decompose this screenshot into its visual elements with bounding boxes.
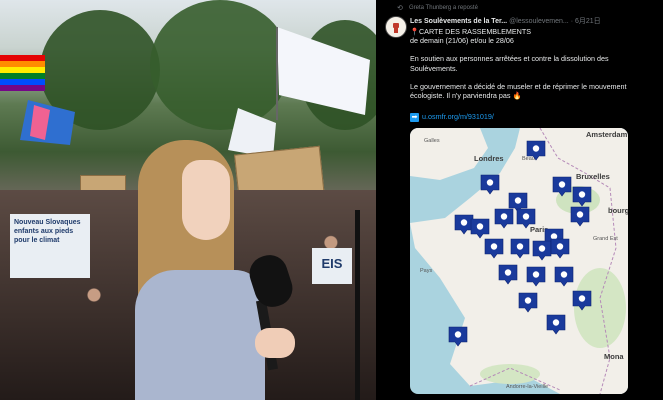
- hand: [255, 328, 295, 358]
- map-pin-icon[interactable]: [553, 265, 575, 287]
- protest-photo: Nouveau Slovaques enfants aux pieds pour…: [0, 0, 376, 400]
- protest-sign-right: EIS: [312, 248, 352, 284]
- protest-sign-left: Nouveau Slovaques enfants aux pieds pour…: [10, 214, 90, 278]
- map-land: [410, 128, 628, 394]
- map-pin-icon[interactable]: [517, 291, 539, 313]
- tweet-header: Les Soulèvements de la Ter... @lessoulev…: [410, 16, 660, 26]
- tweet-body: 📍CARTE DES RASSEMBLEMENTS de demain (21/…: [410, 27, 658, 100]
- map-pin-icon[interactable]: [483, 237, 505, 259]
- map-label-grand-est: Grand Est: [593, 236, 618, 242]
- tweet-paragraph-2: En soutien aux personnes arrêtées et con…: [410, 54, 609, 73]
- tweet-date[interactable]: · 6月21日: [571, 18, 601, 25]
- map-pin-icon[interactable]: [447, 325, 469, 347]
- arrow-right-icon: ➡: [410, 112, 419, 122]
- author-handle[interactable]: @lessoulevemen...: [509, 18, 569, 25]
- tweet-line2: de demain (21/06) et/ou le 28/06: [410, 36, 514, 46]
- map-label-monaco: Mona: [604, 352, 624, 361]
- map-pin-icon[interactable]: [515, 207, 537, 229]
- map-pin-icon[interactable]: [551, 175, 573, 197]
- girl-body: [135, 270, 265, 400]
- mic-stand: [355, 210, 360, 400]
- red-pin-icon: 📍: [410, 27, 419, 36]
- fire-icon: 🔥: [512, 91, 522, 101]
- map-pin-icon[interactable]: [549, 237, 571, 259]
- map-pin-icon[interactable]: [469, 217, 491, 239]
- map-pin-icon[interactable]: [509, 237, 531, 259]
- tweet-link[interactable]: ➡ u.osmfr.org/m/931019/: [410, 112, 494, 122]
- map-label-pays: Pays: [420, 268, 433, 274]
- map-pin-icon[interactable]: [571, 185, 593, 207]
- white-flag: [276, 27, 370, 120]
- map-pin-icon[interactable]: [479, 173, 501, 195]
- tweet-panel[interactable]: ⟲ Greta Thunberg a reposté Les Soulèveme…: [379, 0, 663, 400]
- map-pin-icon[interactable]: [569, 205, 591, 227]
- map-pin-icon[interactable]: [493, 207, 515, 229]
- map-card[interactable]: Amsterdam Londres Bruxelles Paris bourg …: [410, 128, 628, 394]
- map-label-londres: Londres: [474, 154, 504, 163]
- map-pin-icon[interactable]: [497, 263, 519, 285]
- map-label-galles: Galles: [424, 138, 440, 144]
- map-pin-icon[interactable]: [571, 289, 593, 311]
- map-label-amsterdam: Amsterdam: [586, 130, 628, 139]
- blue-flag: [20, 100, 75, 145]
- map-pin-icon[interactable]: [525, 139, 547, 161]
- girl-face: [182, 160, 230, 240]
- author-name[interactable]: Les Soulèvements de la Ter...: [410, 18, 507, 25]
- tweet-line1: CARTE DES RASSEMBLEMENTS: [418, 27, 532, 36]
- map-pin-icon[interactable]: [525, 265, 547, 287]
- map-label-andorre: Andorre-la-Vieille: [506, 384, 549, 390]
- fist-logo-icon: [393, 23, 399, 33]
- link-text[interactable]: u.osmfr.org/m/931019/: [422, 112, 494, 121]
- avatar[interactable]: [385, 16, 407, 38]
- map-pin-icon[interactable]: [545, 313, 567, 335]
- rainbow-flag: [0, 55, 45, 91]
- map-label-bruxelles: Bruxelles: [576, 172, 610, 181]
- retweet-icon: ⟲: [397, 5, 403, 12]
- retweet-line[interactable]: Greta Thunberg a reposté: [409, 5, 478, 11]
- map-label-strasbourg: bourg: [608, 206, 628, 215]
